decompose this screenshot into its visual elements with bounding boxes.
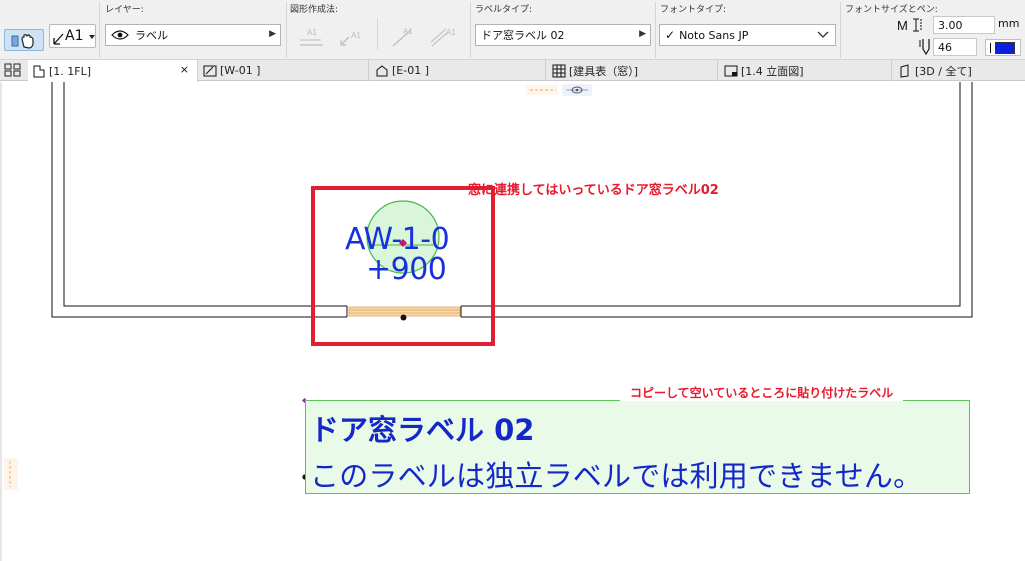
- view-tab-bar: [1. 1FL] × [W-01 ] [E-01 ] [建具表（窓）] [1.4…: [0, 60, 1025, 82]
- label-warning-message: このラベルは独立ラベルでは利用できません。: [310, 459, 923, 493]
- tab-label: [W-01 ]: [220, 64, 261, 77]
- window-tag-height[interactable]: +900: [366, 252, 447, 287]
- separator: [470, 2, 471, 58]
- independent-label[interactable]: ドア窓ラベル 02 このラベルは独立ラベルでは利用できません。: [305, 400, 970, 494]
- tab-schedule[interactable]: [建具表（窓）]: [548, 60, 718, 81]
- label-geometry-option-1-icon[interactable]: A1: [297, 25, 327, 49]
- elevation-icon: [376, 64, 388, 76]
- pen-number-input[interactable]: 46: [933, 38, 977, 56]
- svg-text:M: M: [897, 18, 908, 33]
- 3d-view-icon: [900, 63, 909, 78]
- pen-icon: [919, 39, 930, 56]
- font-size-section-label: フォントサイズとペン:: [845, 5, 938, 15]
- label-geometry-option-4-icon[interactable]: A1: [428, 25, 462, 49]
- label-type-dropdown[interactable]: ドア窓ラベル 02 ▶: [475, 24, 651, 46]
- guide-markers: [526, 84, 592, 96]
- separator: [840, 2, 841, 58]
- tab-label: [建具表（窓）]: [569, 64, 639, 78]
- tab-label: [E-01 ]: [392, 64, 429, 77]
- tab-elevation[interactable]: [E-01 ]: [371, 60, 546, 81]
- table-icon: [552, 64, 566, 77]
- label-button-text: A1: [65, 28, 84, 44]
- tab-elevation-drawing[interactable]: [1.4 立面図]: [720, 60, 892, 81]
- annotation-linked-label: 窓に連携してはいっているドア窓ラベル02: [468, 183, 719, 198]
- tab-label: [1. 1FL]: [49, 64, 92, 78]
- tag-center-marker: [399, 239, 407, 247]
- layer-dropdown[interactable]: ラベル ▶: [105, 24, 281, 46]
- close-icon[interactable]: ×: [180, 63, 189, 76]
- tab-floor-plan[interactable]: [1. 1FL] ×: [28, 60, 198, 82]
- svg-text:A1: A1: [446, 28, 456, 37]
- info-box-toolbar: A1 レイヤー: ラベル ▶ 図形作成法: A1 A1 A1 A1 ラベルタイプ…: [0, 0, 1025, 60]
- separator: [99, 2, 100, 58]
- label-title: ドア窓ラベル 02: [310, 413, 535, 447]
- font-size-unit: mm: [998, 17, 1020, 30]
- text-size-icon: M: [897, 18, 922, 33]
- font-type-section-label: フォントタイプ:: [660, 5, 727, 15]
- eye-icon: [111, 30, 129, 40]
- annotation-copied-label: コピーして空いているところに貼り付けたラベル: [620, 384, 904, 401]
- shape-section-label: 図形作成法:: [290, 5, 339, 15]
- font-size-input[interactable]: 3.00: [933, 16, 995, 34]
- layout-icon: [724, 65, 738, 76]
- window-hotspot: [400, 314, 407, 321]
- label-selection-mode-button[interactable]: [4, 29, 44, 51]
- font-dropdown[interactable]: ✓ Noto Sans JP: [659, 24, 836, 46]
- pointer-hand-icon: [11, 34, 34, 49]
- svg-text:A1: A1: [403, 27, 413, 36]
- label-type-button[interactable]: A1: [49, 24, 96, 48]
- label-geometry-option-2-icon[interactable]: A1: [336, 25, 366, 49]
- floor-plan-icon: [33, 65, 45, 78]
- grid-view-icon: [4, 63, 21, 77]
- chevron-down-icon: [817, 31, 829, 38]
- dropdown-arrow-icon: ▶: [639, 29, 646, 39]
- pen-color-swatch[interactable]: [985, 39, 1021, 56]
- wall: [51, 82, 973, 318]
- separator: [655, 2, 656, 58]
- ruler-marker: [4, 458, 18, 490]
- drawing-canvas[interactable]: AW-1-0 +900 窓に連携してはいっているドア窓ラベル02 ドア窓ラベル …: [0, 82, 1025, 561]
- svg-text:A1: A1: [351, 31, 361, 40]
- label-type-section-label: ラベルタイプ:: [475, 5, 533, 15]
- font-value: Noto Sans JP: [679, 28, 749, 42]
- label-geometry-option-3-icon[interactable]: A1: [389, 25, 419, 49]
- layer-section-label: レイヤー:: [105, 5, 144, 15]
- section-icon: [203, 65, 217, 76]
- tab-3d[interactable]: [3D / 全て]: [894, 60, 1025, 81]
- separator: [377, 18, 378, 50]
- tab-label: [3D / 全て]: [915, 64, 972, 78]
- window-element: [346, 306, 462, 321]
- checkmark-icon: ✓: [665, 28, 676, 42]
- separator: [286, 2, 287, 58]
- tab-overview-button[interactable]: [3, 63, 25, 79]
- tab-section[interactable]: [W-01 ]: [199, 60, 369, 81]
- label-type-value: ドア窓ラベル 02: [481, 29, 565, 42]
- dropdown-arrow-icon: ▶: [269, 29, 276, 39]
- svg-text:A1: A1: [307, 28, 317, 37]
- tab-label: [1.4 立面図]: [741, 64, 804, 78]
- layer-value: ラベル: [135, 29, 168, 42]
